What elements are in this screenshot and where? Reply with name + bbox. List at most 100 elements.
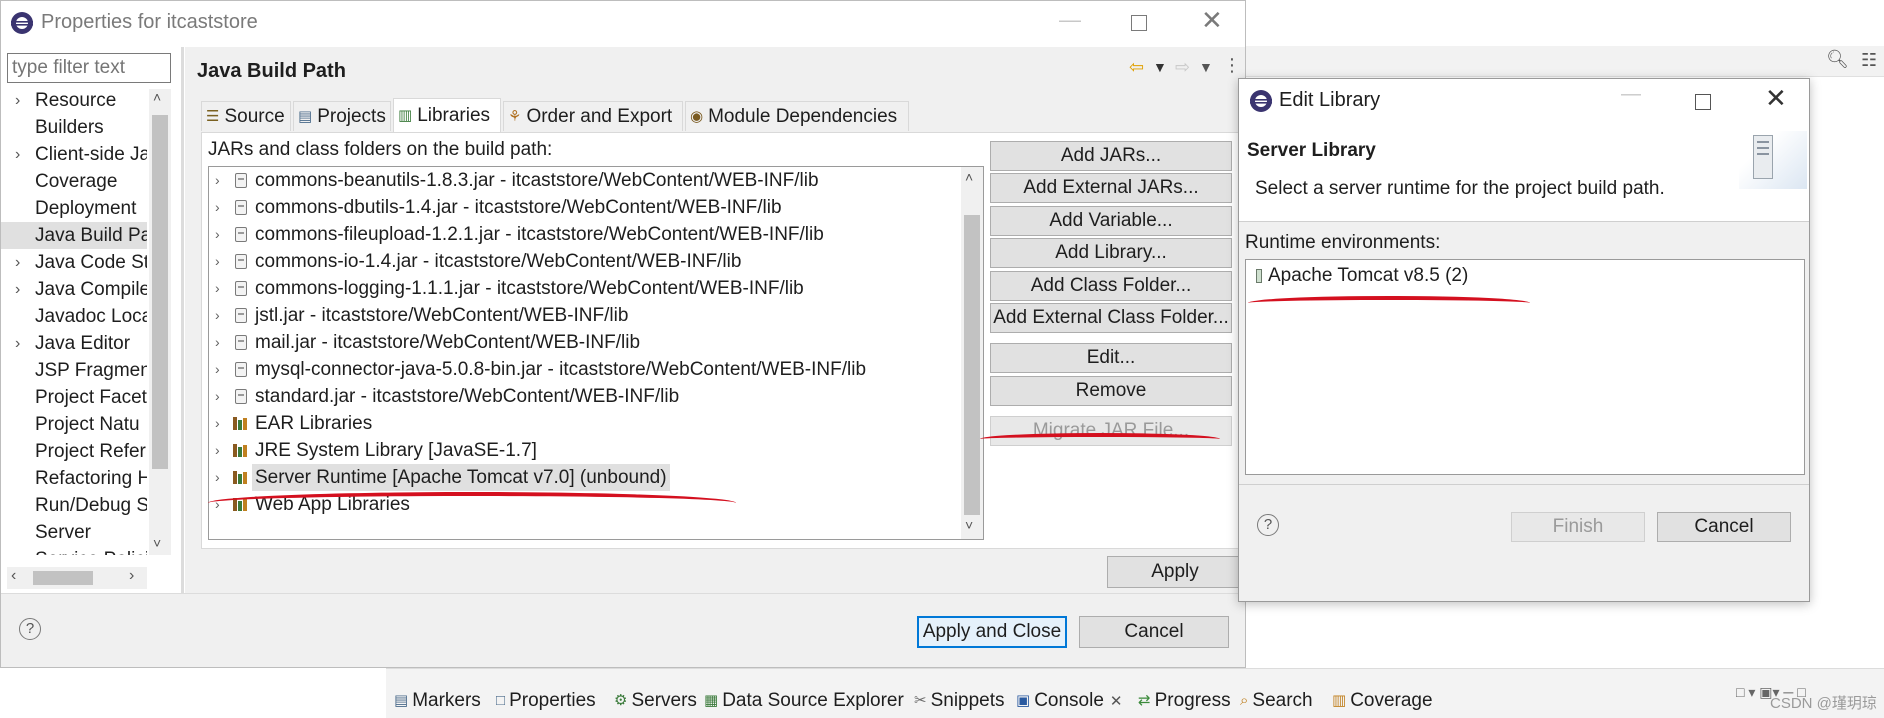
chevron-right-icon[interactable]: › <box>15 249 20 276</box>
add-jars-button[interactable]: Add JARs... <box>990 141 1232 171</box>
scroll-up-icon[interactable]: ˄ <box>965 169 973 185</box>
nav-horizontal-scrollbar[interactable]: ‹ › <box>7 567 147 589</box>
runtime-item[interactable]: Apache Tomcat v8.5 (2) <box>1250 262 1468 289</box>
scroll-thumb[interactable] <box>964 215 980 515</box>
bottom-tab-progress[interactable]: ⇄ Progress <box>1138 686 1231 716</box>
dialog-close-button[interactable]: ✕ <box>1765 83 1787 114</box>
expand-arrow-icon[interactable]: › <box>215 167 220 194</box>
nav-item[interactable]: Builders <box>1 114 147 141</box>
expand-arrow-icon[interactable]: › <box>215 410 220 437</box>
tab-source[interactable]: ☰ Source <box>201 101 291 131</box>
nav-item[interactable]: › Java Editor <box>1 330 147 357</box>
nav-item[interactable]: Coverage <box>1 168 147 195</box>
scroll-left-icon[interactable]: ‹ <box>11 567 16 585</box>
bottom-tab-servers[interactable]: ⚙ Servers <box>614 686 697 716</box>
nav-item[interactable]: › Client-side Ja <box>1 141 147 168</box>
dialog-cancel-button[interactable]: Cancel <box>1657 512 1791 542</box>
bottom-tab-console[interactable]: ▣ Console ✕ <box>1016 686 1122 716</box>
nav-item[interactable]: › Java Compile <box>1 276 147 303</box>
library-row[interactable]: › commons-beanutils-1.8.3.jar - itcaststo… <box>209 167 959 194</box>
nav-item[interactable]: Java Build Pa <box>1 222 147 249</box>
nav-item[interactable]: Server <box>1 519 147 546</box>
close-tab-icon[interactable]: ✕ <box>1110 693 1123 710</box>
view-menu-icon[interactable]: ⋮ <box>1223 55 1241 76</box>
back-dropdown-icon[interactable]: ▼ <box>1153 59 1167 75</box>
expand-arrow-icon[interactable]: › <box>215 194 220 221</box>
maximize-button[interactable] <box>1131 15 1147 31</box>
edit-button[interactable]: Edit... <box>990 343 1232 373</box>
scroll-down-icon[interactable]: ˅ <box>965 517 973 533</box>
expand-arrow-icon[interactable]: › <box>215 302 220 329</box>
library-row[interactable]: › commons-dbutils-1.4.jar - itcaststore/W… <box>209 194 959 221</box>
h-scroll-thumb[interactable] <box>33 571 93 585</box>
library-row[interactable]: › EAR Libraries <box>209 410 959 437</box>
close-button[interactable]: ✕ <box>1201 5 1223 36</box>
library-row[interactable]: › commons-fileupload-1.2.1.jar - itcastst… <box>209 221 959 248</box>
library-row[interactable]: › JRE System Library [JavaSE-1.7] <box>209 437 959 464</box>
library-row[interactable]: › standard.jar - itcaststore/WebContent/W… <box>209 383 959 410</box>
cancel-button[interactable]: Cancel <box>1079 616 1229 648</box>
library-row[interactable]: › Server Runtime [Apache Tomcat v7.0] (un… <box>209 464 959 491</box>
nav-item[interactable]: › Resource <box>1 87 147 114</box>
add-variable-button[interactable]: Add Variable... <box>990 206 1232 236</box>
expand-arrow-icon[interactable]: › <box>215 356 220 383</box>
library-row[interactable]: › jstl.jar - itcaststore/WebContent/WEB-I… <box>209 302 959 329</box>
add-external-class-folder-button[interactable]: Add External Class Folder... <box>990 303 1232 333</box>
dialog-maximize-button[interactable] <box>1695 94 1711 110</box>
dialog-minimize-button[interactable]: — <box>1621 83 1641 106</box>
tab-module-dependencies[interactable]: ◉ Module Dependencies <box>685 101 909 131</box>
back-nav-icon[interactable]: ⇦ <box>1129 57 1144 78</box>
nav-item[interactable]: › Java Code Sty <box>1 249 147 276</box>
scroll-down-icon[interactable]: ˅ <box>153 535 161 551</box>
nav-divider[interactable] <box>181 47 184 593</box>
minimize-button[interactable]: — <box>1059 7 1081 33</box>
library-row[interactable]: › mail.jar - itcaststore/WebContent/WEB-I… <box>209 329 959 356</box>
nav-item[interactable]: Deployment <box>1 195 147 222</box>
help-icon[interactable]: ? <box>19 618 41 640</box>
nav-item[interactable]: Project Natu <box>1 411 147 438</box>
expand-arrow-icon[interactable]: › <box>215 248 220 275</box>
library-row[interactable]: › mysql-connector-java-5.0.8-bin.jar - it… <box>209 356 959 383</box>
nav-item[interactable]: Run/Debug S <box>1 492 147 519</box>
scroll-thumb[interactable] <box>152 115 168 469</box>
bottom-tab-coverage[interactable]: ▥ Coverage <box>1332 686 1433 716</box>
apply-and-close-button[interactable]: Apply and Close <box>917 616 1067 648</box>
tab-projects[interactable]: ▤ Projects <box>293 101 391 131</box>
forward-nav-icon[interactable]: ⇨ <box>1175 57 1190 78</box>
help-icon[interactable]: ? <box>1257 514 1279 536</box>
expand-arrow-icon[interactable]: › <box>215 437 220 464</box>
tab-libraries[interactable]: ▥ Libraries <box>393 98 501 132</box>
finish-button[interactable]: Finish <box>1511 512 1645 542</box>
bottom-tab-properties[interactable]: □ Properties <box>496 686 596 716</box>
chevron-right-icon[interactable]: › <box>15 330 20 357</box>
nav-item[interactable]: Project Facet <box>1 384 147 411</box>
nav-item[interactable]: Service Polici <box>1 546 147 555</box>
expand-arrow-icon[interactable]: › <box>215 275 220 302</box>
expand-arrow-icon[interactable]: › <box>215 221 220 248</box>
nav-item[interactable]: JSP Fragmen <box>1 357 147 384</box>
nav-item[interactable]: Project Refer <box>1 438 147 465</box>
grid-icon[interactable]: ☷ <box>1861 50 1877 71</box>
remove-button[interactable]: Remove <box>990 376 1232 406</box>
filter-input[interactable] <box>7 53 171 83</box>
scroll-right-icon[interactable]: › <box>129 567 134 585</box>
add-external-jars-button[interactable]: Add External JARs... <box>990 173 1232 203</box>
forward-dropdown-icon[interactable]: ▼ <box>1199 59 1213 75</box>
expand-arrow-icon[interactable]: › <box>215 329 220 356</box>
search-icon[interactable]: 🔍︎ <box>1826 49 1849 70</box>
bottom-tab-search[interactable]: ⌕ Search <box>1240 686 1313 716</box>
expand-arrow-icon[interactable]: › <box>215 383 220 410</box>
chevron-right-icon[interactable]: › <box>15 141 20 168</box>
chevron-right-icon[interactable]: › <box>15 87 20 114</box>
bottom-tab-snippets[interactable]: ✂ Snippets <box>914 686 1005 716</box>
library-vertical-scrollbar[interactable]: ˄ ˅ <box>961 167 983 539</box>
add-class-folder-button[interactable]: Add Class Folder... <box>990 271 1232 301</box>
library-row[interactable]: › commons-io-1.4.jar - itcaststore/WebCon… <box>209 248 959 275</box>
bottom-tab-markers[interactable]: ▤ Markers <box>394 686 481 716</box>
nav-vertical-scrollbar[interactable]: ˄ ˅ <box>149 89 171 555</box>
tab-order-and-export[interactable]: ⚘ Order and Export <box>503 101 683 131</box>
library-row[interactable]: › commons-logging-1.1.1.jar - itcaststore… <box>209 275 959 302</box>
bottom-tab-data-source-explorer[interactable]: ▦ Data Source Explorer <box>704 686 904 716</box>
add-library-button[interactable]: Add Library... <box>990 238 1232 268</box>
apply-button[interactable]: Apply <box>1107 556 1243 588</box>
